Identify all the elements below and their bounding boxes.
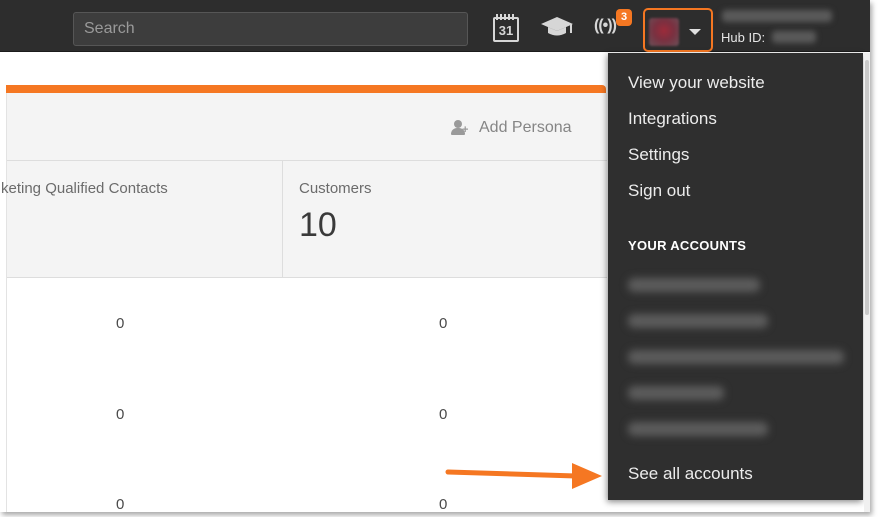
persona-card: + Add Persona keting Qualified Contacts … [1, 93, 607, 512]
hub-id-value-redacted [772, 31, 816, 43]
add-persona-button[interactable]: + Add Persona [451, 119, 572, 137]
accounts-section-title: YOUR ACCOUNTS [628, 238, 747, 253]
account-item-redacted[interactable] [628, 386, 724, 400]
chevron-down-icon [689, 29, 701, 35]
arrow-annotation-icon [445, 463, 602, 489]
calendar-day: 31 [498, 23, 514, 38]
account-item-redacted[interactable] [628, 350, 844, 364]
menu-item-integrations[interactable]: Integrations [628, 109, 717, 129]
card-header: + Add Persona [7, 93, 607, 161]
stats-row: keting Qualified Contacts Customers 10 [1, 161, 607, 278]
card-accent-bar [6, 85, 606, 93]
table-cell: 0 [439, 315, 448, 332]
table-cell: 0 [439, 496, 448, 512]
hub-id-label: Hub ID: [721, 30, 766, 45]
stat-label: keting Qualified Contacts [1, 180, 168, 197]
notification-badge[interactable]: 3 [616, 9, 632, 26]
stat-value-customers: 10 [299, 206, 337, 244]
menu-item-see-all-accounts[interactable]: See all accounts [628, 464, 753, 484]
table-cell: 0 [116, 315, 125, 332]
avatar [649, 18, 679, 46]
search-input[interactable] [73, 12, 468, 46]
account-menu-button[interactable] [643, 8, 713, 52]
account-item-redacted[interactable] [628, 278, 760, 292]
table-cell: 0 [116, 496, 125, 512]
add-persona-label: Add Persona [479, 119, 572, 136]
table-cell: 0 [439, 406, 448, 423]
user-email-redacted [722, 10, 832, 22]
account-item-redacted[interactable] [628, 314, 768, 328]
graduation-cap-icon[interactable] [540, 16, 574, 38]
menu-item-settings[interactable]: Settings [628, 145, 689, 165]
menu-item-sign-out[interactable]: Sign out [628, 181, 690, 201]
menu-item-view-website[interactable]: View your website [628, 73, 765, 93]
calendar-icon[interactable]: 31 [493, 14, 519, 42]
top-navigation: 31 ((•)) 3 Hub ID: [0, 0, 870, 52]
add-person-icon: + [451, 120, 469, 136]
broadcast-icon[interactable]: ((•)) [594, 17, 617, 35]
stat-marketing-qualified: keting Qualified Contacts [1, 161, 283, 278]
account-dropdown-menu: View your website Integrations Settings … [608, 53, 863, 500]
account-item-redacted[interactable] [628, 422, 768, 436]
stat-label-customers: Customers [299, 180, 372, 197]
table-cell: 0 [116, 406, 125, 423]
scrollbar-thumb[interactable] [865, 60, 869, 315]
app-window: 31 ((•)) 3 Hub ID: + Add Persona [0, 0, 870, 512]
